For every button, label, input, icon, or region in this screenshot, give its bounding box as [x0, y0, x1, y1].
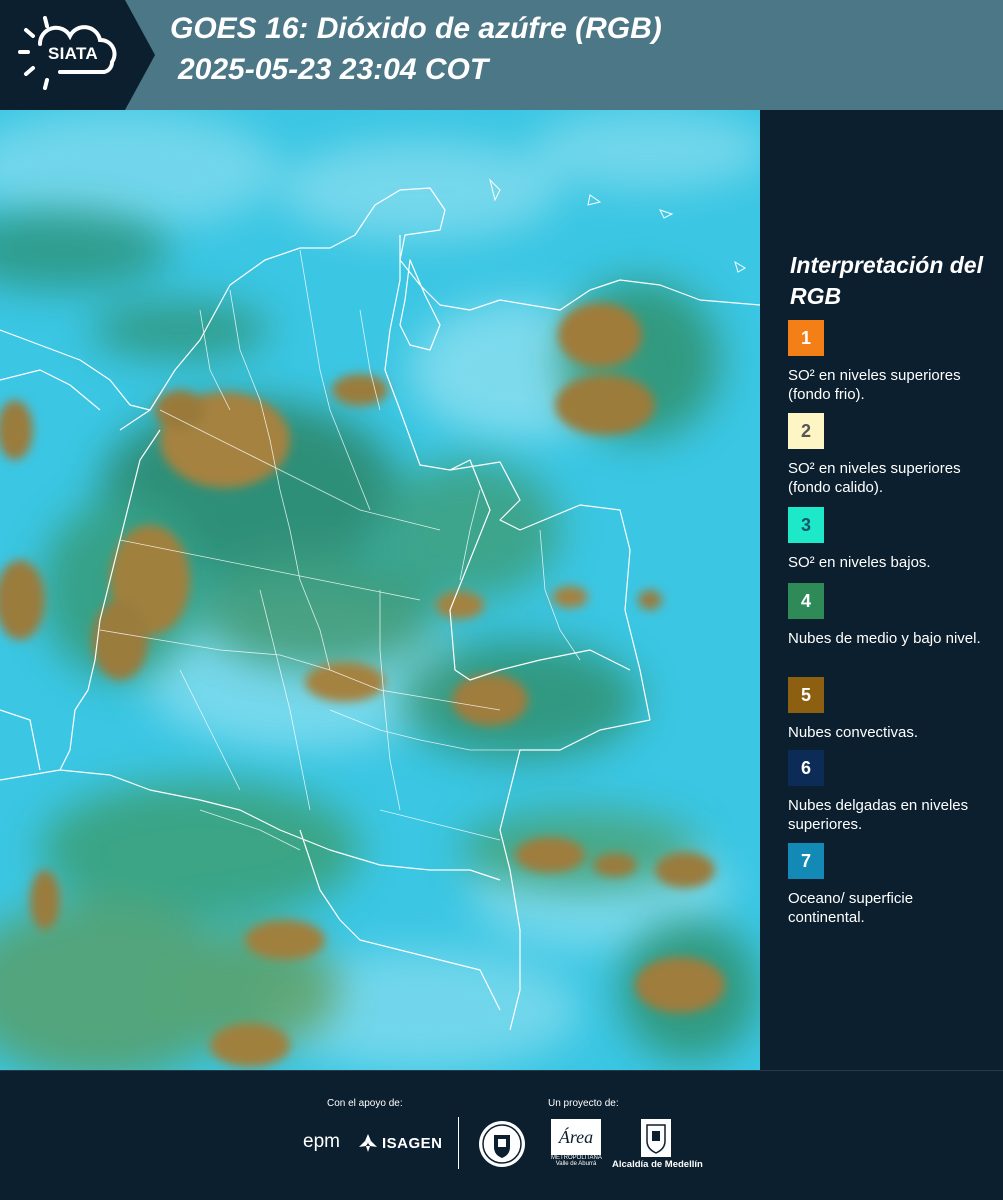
legend-item-3: 3 SO² en niveles bajos. [788, 507, 993, 572]
area-metropolitana-logo: Área [551, 1119, 601, 1155]
legend-swatch: 1 [788, 320, 824, 356]
legend-label: SO² en niveles superiores (fondo frio). [788, 367, 961, 403]
isagen-logo: ISAGEN [358, 1133, 443, 1153]
legend-label: SO² en niveles superiores (fondo calido)… [788, 460, 961, 496]
header: SIATA GOES 16: Dióxido de azúfre (RGB) 2… [0, 0, 1003, 110]
legend-item-1: 1 SO² en niveles superiores (fondo frio). [788, 320, 993, 404]
page-title: GOES 16: Dióxido de azúfre (RGB) [170, 12, 662, 45]
support-label: Con el apoyo de: [327, 1098, 403, 1109]
legend-item-6: 6 Nubes delgadas en niveles superiores. [788, 750, 993, 834]
satellite-map [0, 110, 760, 1070]
legend-label: Nubes convectivas. [788, 724, 919, 741]
legend-title: Interpretación del RGB [790, 252, 983, 309]
footer-divider [458, 1117, 459, 1169]
alcaldia-text: Alcaldía de Medellín [612, 1159, 703, 1170]
siata-logo: SIATA [0, 0, 155, 110]
epm-logo: epm [303, 1131, 340, 1152]
timestamp: 2025-05-23 23:04 COT [178, 53, 489, 86]
legend-item-5: 5 Nubes convectivas. [788, 677, 993, 742]
footer: Con el apoyo de: Un proyecto de: epm ISA… [0, 1070, 1003, 1200]
legend-panel: Interpretación del RGB 1 SO² en niveles s… [760, 110, 1003, 1070]
legend-label: SO² en niveles bajos. [788, 554, 931, 571]
isagen-text: ISAGEN [382, 1134, 443, 1152]
legend-swatch: 2 [788, 413, 824, 449]
legend-swatch: 7 [788, 843, 824, 879]
legend-swatch: 6 [788, 750, 824, 786]
legend-label: Nubes de medio y bajo nivel. [788, 630, 981, 647]
legend-label: Nubes delgadas en niveles superiores. [788, 797, 969, 833]
legend-label: Oceano/ superficie continental. [788, 890, 914, 926]
project-label: Un proyecto de: [548, 1098, 619, 1109]
legend-swatch: 4 [788, 583, 824, 619]
legend-item-4: 4 Nubes de medio y bajo nivel. [788, 583, 993, 648]
logo-text: SIATA [48, 44, 98, 63]
legend-item-2: 2 SO² en niveles superiores (fondo calido… [788, 413, 993, 497]
isagen-icon [359, 1134, 377, 1152]
alcaldia-shield-icon [641, 1119, 671, 1157]
svg-text:Área: Área [558, 1126, 593, 1147]
legend-swatch: 5 [788, 677, 824, 713]
satellite-image [0, 110, 760, 1070]
area-subtitle: METROPOLITANA Valle de Aburrá [551, 1155, 602, 1167]
legend-swatch: 3 [788, 507, 824, 543]
medellin-seal-icon [479, 1121, 525, 1167]
legend-item-7: 7 Oceano/ superficie continental. [788, 843, 993, 927]
